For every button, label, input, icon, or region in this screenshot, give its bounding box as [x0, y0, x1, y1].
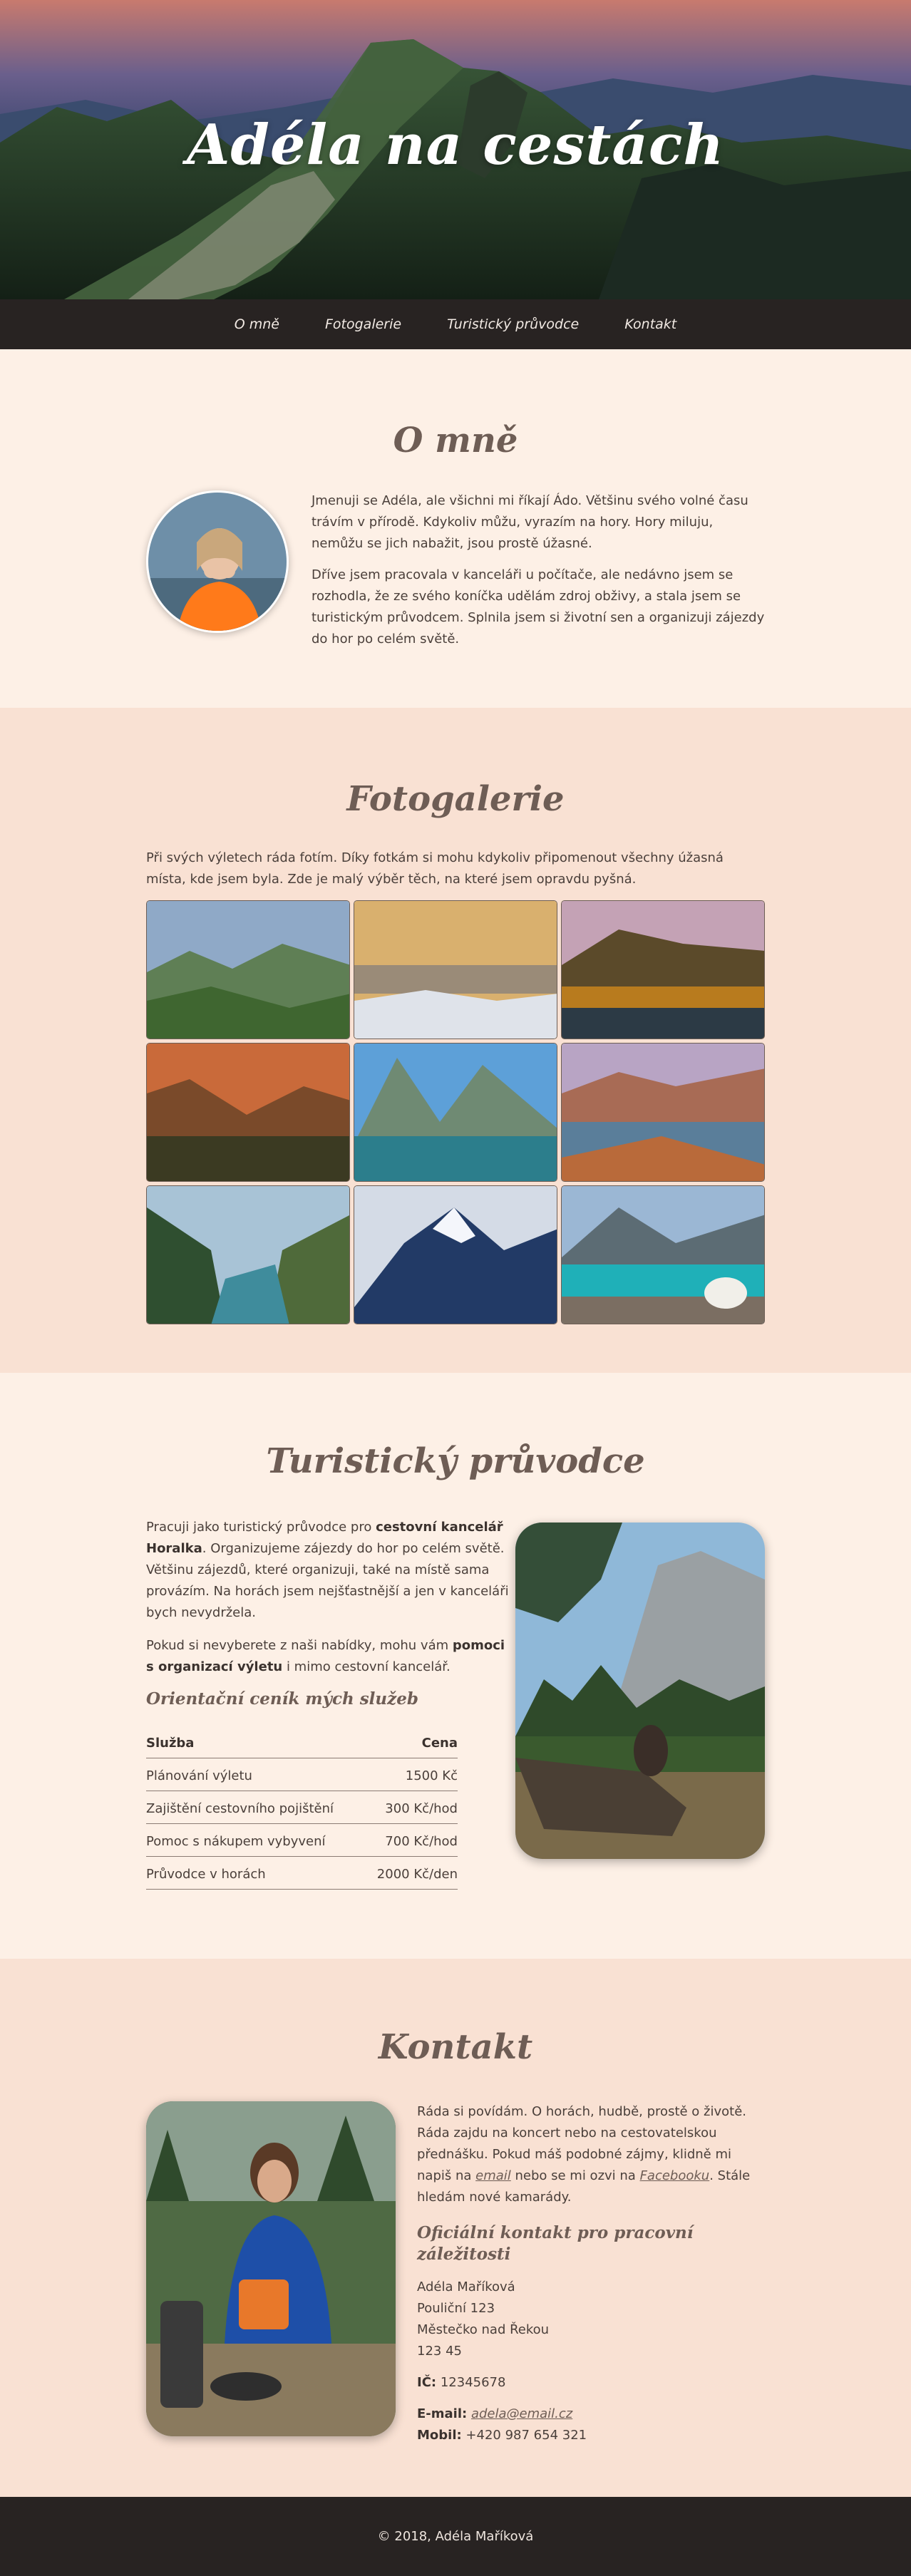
phone-line: Mobil: +420 987 654 321: [417, 2428, 587, 2443]
gallery-photo[interactable]: [561, 1043, 765, 1182]
about-paragraph: Jmenuji se Adéla, ale všichni mi říkají …: [312, 493, 748, 551]
table-header-service: Služba: [146, 1729, 364, 1758]
guide-paragraph: Pokud si nevyberete z naši nabídky, mohu…: [146, 1638, 505, 1674]
page-footer: © 2018, Adéla Maříková: [0, 2497, 911, 2576]
gallery-photo[interactable]: [561, 900, 765, 1039]
gallery-heading: Fotogalerie: [346, 779, 565, 819]
nav-item-about[interactable]: O mně: [235, 316, 279, 332]
profile-photo: [146, 490, 289, 633]
guide-heading: Turistický průvodce: [266, 1441, 645, 1481]
price-table: Služba Cena Plánování výletu 1500 Kč Zaji…: [146, 1729, 458, 1890]
email-line: E-mail: adela@email.cz: [417, 2406, 573, 2421]
address-block: Adéla Maříková Pouliční 123 Městečko nad…: [417, 2279, 550, 2359]
gallery-photo[interactable]: [561, 1185, 765, 1324]
gallery-photo[interactable]: [354, 1185, 557, 1324]
table-header-price: Cena: [364, 1729, 458, 1758]
contact-intro: Ráda si povídám. O horách, hudbě, prostě…: [417, 2104, 751, 2205]
guide-photo: [515, 1523, 765, 1859]
hero-banner: Adéla na cestách: [0, 0, 911, 299]
guide-paragraph: Pracuji jako turistický průvodce pro ces…: [146, 1520, 509, 1620]
table-row: Zajištění cestovního pojištění 300 Kč/hod: [146, 1791, 458, 1824]
about-section: O mně Jmenuji se Adéla, ale všichni mi ř…: [0, 349, 911, 708]
email-address-link[interactable]: adela@email.cz: [471, 2406, 572, 2421]
contact-photo: [146, 2101, 396, 2436]
price-list-heading: Orientační ceník mých služeb: [146, 1689, 418, 1709]
gallery-section: Fotogalerie Při svých výletech ráda fotí…: [0, 708, 911, 1373]
guide-section: Turistický průvodce Pracuji jako turisti…: [0, 1373, 911, 1959]
contact-heading: Kontakt: [378, 2027, 533, 2067]
nav-item-guide[interactable]: Turistický průvodce: [447, 316, 579, 332]
copyright-text: © 2018, Adéla Maříková: [377, 2529, 534, 2544]
gallery-photo[interactable]: [354, 900, 557, 1039]
official-contact-heading: Oficiální kontakt pro pracovní záležitos…: [417, 2223, 694, 2264]
gallery-photo[interactable]: [146, 900, 350, 1039]
main-nav: O mně Fotogalerie Turistický průvodce Ko…: [0, 299, 911, 349]
about-heading: O mně: [393, 421, 518, 460]
site-title: Adéla na cestách: [186, 113, 725, 177]
gallery-photo[interactable]: [146, 1185, 350, 1324]
contact-section: Kontakt Ráda si povídám. O horách, hudbě…: [0, 1959, 911, 2497]
table-row: Pomoc s nákupem vybyvení 700 Kč/hod: [146, 1823, 458, 1857]
nav-item-gallery[interactable]: Fotogalerie: [325, 316, 401, 332]
about-paragraph: Dříve jsem pracovala v kanceláři u počít…: [312, 567, 765, 646]
facebook-link[interactable]: Facebooku: [640, 2168, 710, 2183]
table-row: Plánování výletu 1500 Kč: [146, 1758, 458, 1791]
gallery-photo[interactable]: [354, 1043, 557, 1182]
nav-item-contact[interactable]: Kontakt: [624, 316, 676, 332]
photo-grid: [146, 900, 765, 1324]
gallery-intro: Při svých výletech ráda fotím. Díky fotk…: [146, 850, 724, 887]
gallery-photo[interactable]: [146, 1043, 350, 1182]
email-link[interactable]: email: [475, 2168, 511, 2183]
table-row: Průvodce v horách 2000 Kč/den: [146, 1856, 458, 1890]
company-id: IČ: 12345678: [417, 2375, 506, 2390]
